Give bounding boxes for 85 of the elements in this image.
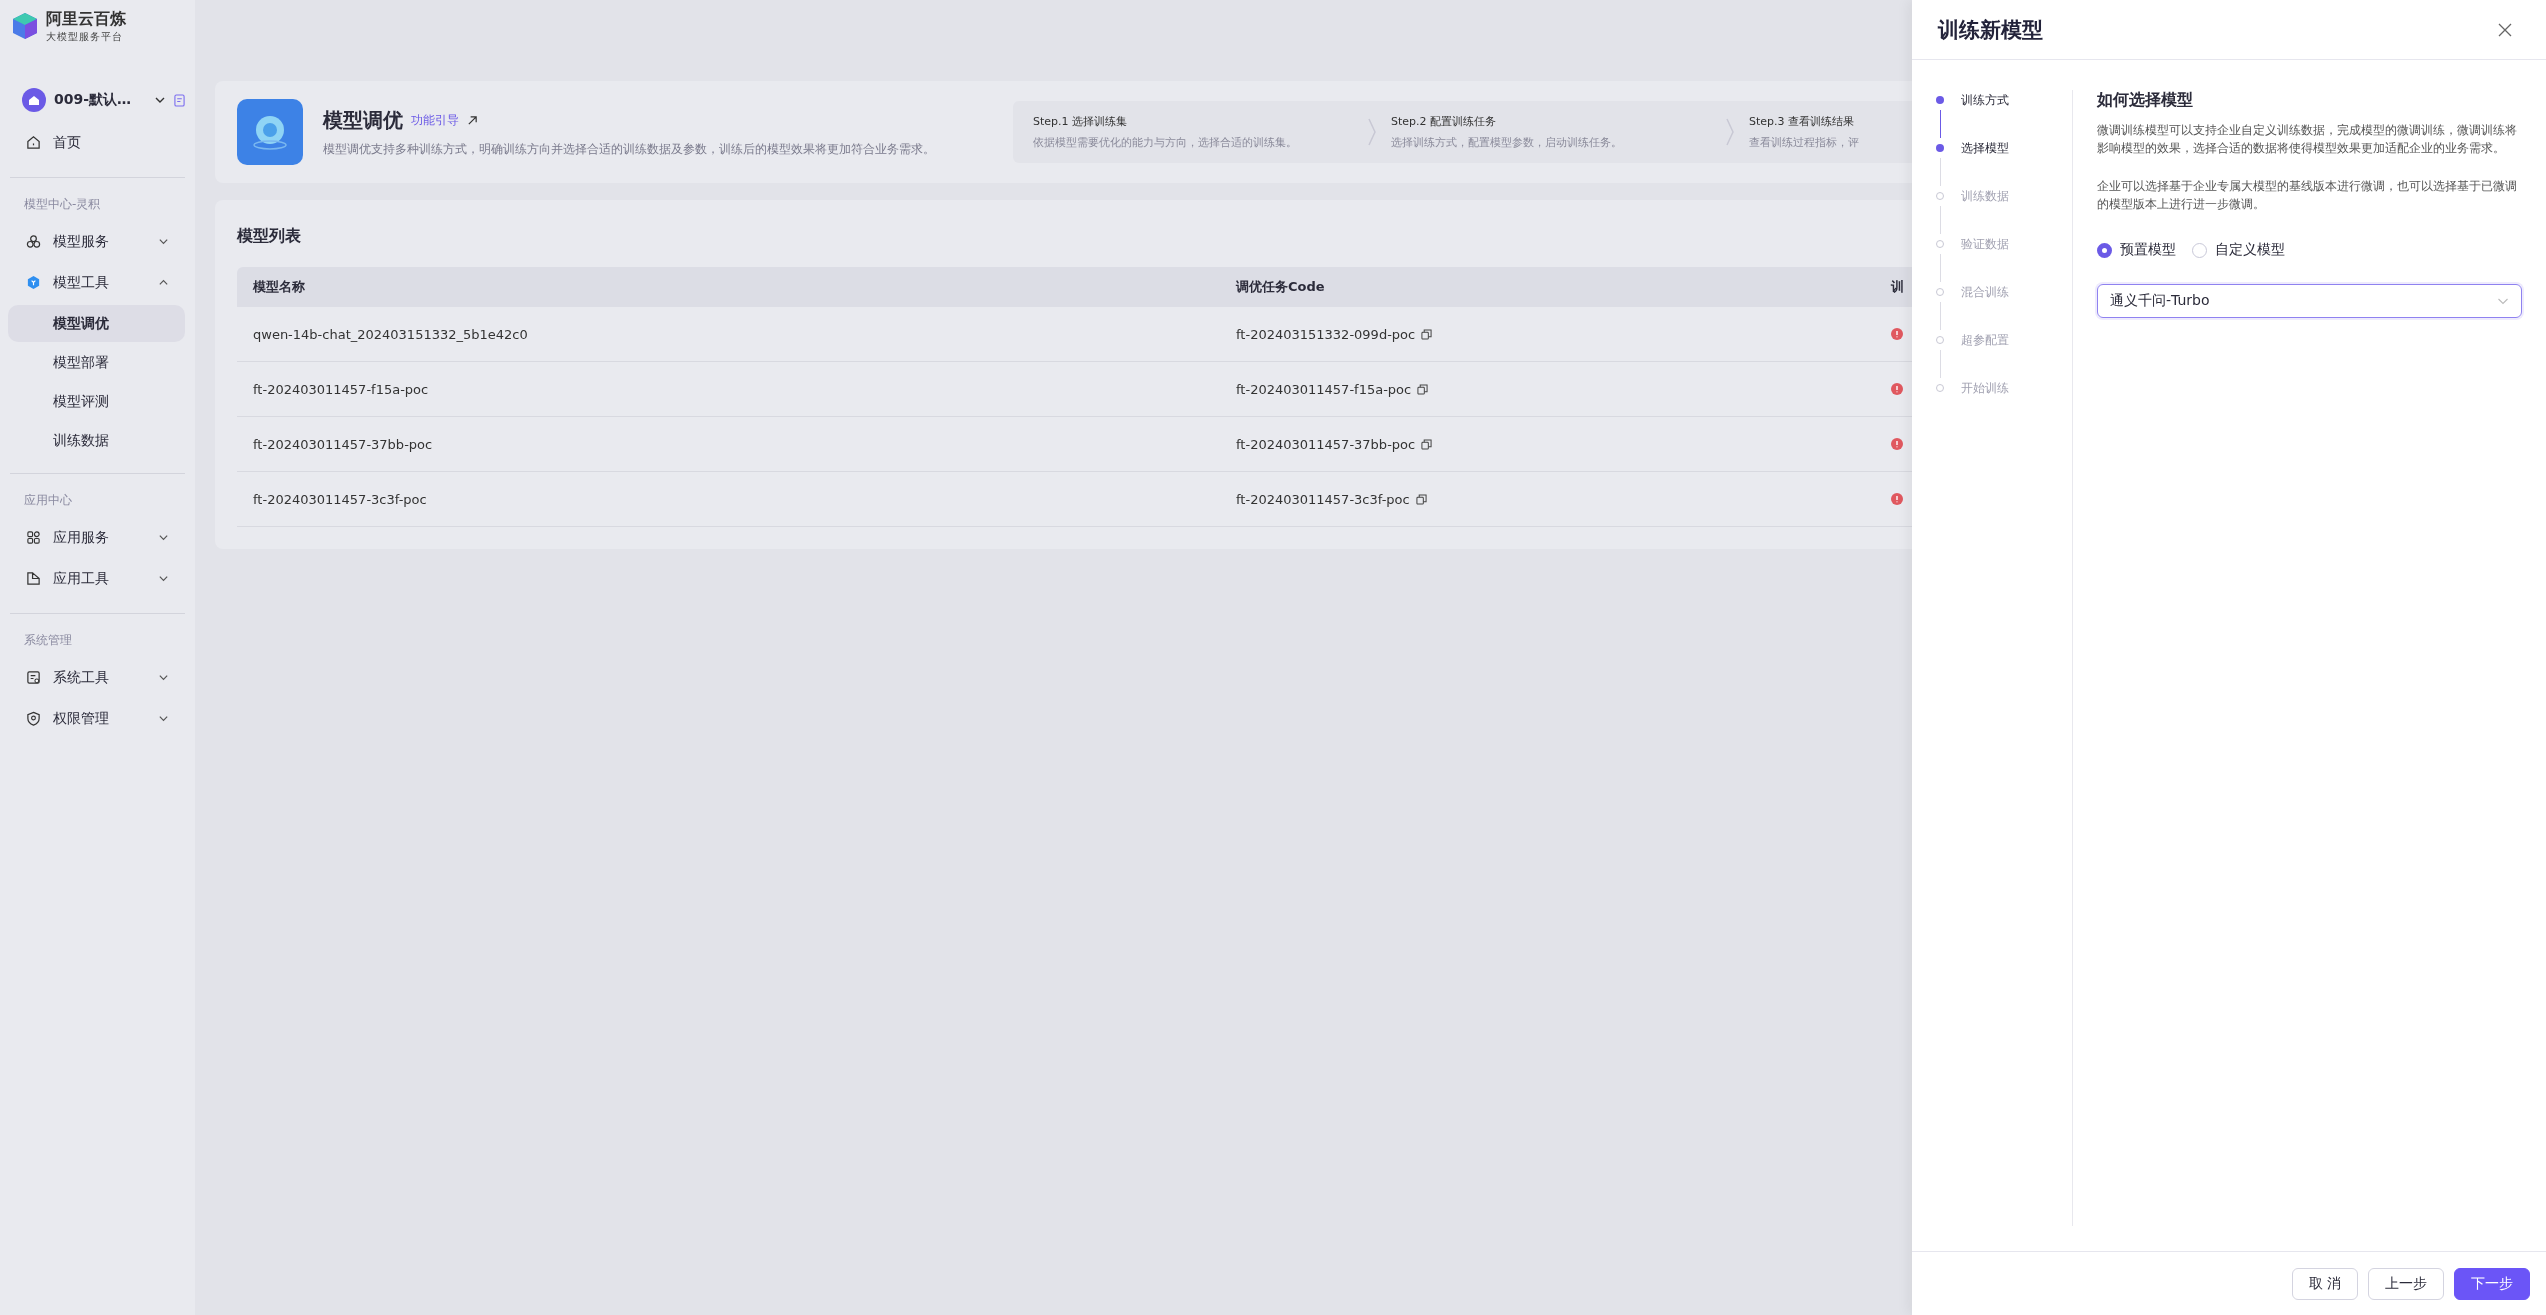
wizard-step: 超参配置 xyxy=(1936,330,2072,350)
arrow-up-right-icon[interactable] xyxy=(467,115,478,126)
shield-icon xyxy=(26,711,41,726)
workspace-name[interactable]: 009-默认… xyxy=(54,91,146,109)
copy-icon[interactable] xyxy=(1421,328,1433,340)
nav-subitem[interactable]: 模型部署 xyxy=(8,344,185,381)
radio-option[interactable]: 预置模型 xyxy=(2097,241,2176,259)
radio-option[interactable]: 自定义模型 xyxy=(2192,241,2285,259)
copy-icon[interactable] xyxy=(1415,493,1427,505)
column-header: 模型名称 xyxy=(253,278,305,296)
nav-item[interactable]: 模型服务 xyxy=(8,221,185,262)
nav-item[interactable]: 应用工具 xyxy=(8,558,185,599)
wizard-step: 选择模型 xyxy=(1936,138,2072,158)
home-icon xyxy=(26,135,41,150)
wizard-step: 训练方式 xyxy=(1936,90,2072,110)
step-title: Step.1 选择训练集 xyxy=(1033,114,1128,129)
footer-button[interactable]: 上一步 xyxy=(2368,1267,2444,1300)
file-icon xyxy=(26,571,41,586)
step-title: Step.2 配置训练任务 xyxy=(1391,114,1497,129)
table-cell: ft-202403011457-3c3f-poc xyxy=(253,491,427,507)
table-cell: ft-202403011457-37bb-poc xyxy=(1236,436,1416,452)
copy-icon[interactable] xyxy=(1421,438,1433,450)
card-icon xyxy=(26,670,41,685)
nav-label: 系统工具 xyxy=(53,668,110,687)
section-heading: 如何选择模型 xyxy=(2097,90,2194,111)
nav-item[interactable]: 系统工具 xyxy=(8,657,185,698)
nav-item[interactable]: 权限管理 xyxy=(8,698,185,739)
error-icon xyxy=(1891,438,1903,450)
section-title: 系统管理 xyxy=(23,632,73,649)
nav-label: 应用服务 xyxy=(53,528,110,547)
section-title: 应用中心 xyxy=(23,492,73,509)
cluster-icon xyxy=(26,234,41,249)
close-icon[interactable] xyxy=(2498,22,2512,37)
wizard-step: 训练数据 xyxy=(1936,186,2072,206)
step-description: 选择训练方式，配置模型参数，启动训练任务。 xyxy=(1391,135,1622,150)
help-paragraph: 微调训练模型可以支持企业自定义训练数据，完成模型的微调训练，微调训练将影响模型的效果，选择合适的数据将使得模型效果更加适配企业的业务需求。 xyxy=(2097,122,2518,157)
error-icon xyxy=(1891,328,1903,340)
page-description: 模型调优支持多种训练方式，明确训练方向并选择合适的训练数据及参数，训练后的模型效果将更加符合业务需求。 xyxy=(323,142,936,157)
drawer-title: 训练新模型 xyxy=(1938,16,2043,44)
table-cell: ft-202403011457-3c3f-poc xyxy=(1236,491,1410,507)
table-cell: ft-202403011457-37bb-poc xyxy=(253,436,433,452)
model-select[interactable]: 通义千问-Turbo xyxy=(2097,284,2522,318)
nav-subitem[interactable]: 训练数据 xyxy=(8,422,185,459)
table-cell: ft-202403011457-f15a-poc xyxy=(253,381,429,397)
copy-icon[interactable] xyxy=(1417,383,1429,395)
nav-item[interactable]: 首页 xyxy=(8,122,185,163)
guide-link[interactable]: 功能引导 xyxy=(411,112,459,129)
chevron-right-icon xyxy=(1367,117,1377,147)
column-header: 调优任务Code xyxy=(1236,278,1325,296)
radio-button[interactable] xyxy=(2097,242,2112,258)
hexagon-icon xyxy=(26,275,41,290)
grid-icon xyxy=(26,530,41,545)
brand-subtitle: 大模型服务平台 xyxy=(46,29,124,44)
help-paragraph: 企业可以选择基于企业专属大模型的基线版本进行微调，也可以选择基于已微调的模型版本上进行进一步微调。 xyxy=(2097,178,2518,213)
table-title: 模型列表 xyxy=(237,226,301,247)
nav-label: 应用工具 xyxy=(53,569,110,588)
next-button[interactable]: 下一步 xyxy=(2454,1267,2530,1300)
nav-label: 模型服务 xyxy=(53,232,110,251)
chevron-right-icon xyxy=(1725,117,1735,147)
document-icon[interactable] xyxy=(174,93,185,107)
section-title: 模型中心-灵积 xyxy=(23,196,102,213)
nav-subitem[interactable]: 模型调优 xyxy=(8,305,185,342)
wizard-step: 混合训练 xyxy=(1936,282,2072,302)
home-icon xyxy=(22,88,46,112)
page-title: 模型调优 xyxy=(323,107,403,134)
step-description: 查看训练过程指标，评 xyxy=(1749,135,1859,150)
table-cell: ft-202403151332-099d-poc xyxy=(1236,326,1416,342)
logo-icon xyxy=(10,11,40,41)
footer-button[interactable]: 取 消 xyxy=(2291,1267,2358,1300)
nav-subitem[interactable]: 模型评测 xyxy=(8,383,185,420)
table-cell: qwen-14b-chat_202403151332_5b1e42c0 xyxy=(253,326,528,342)
nav-label: 模型工具 xyxy=(53,273,110,292)
nav-item[interactable]: 模型工具 xyxy=(8,262,185,303)
column-header: 训 xyxy=(1891,278,1904,296)
step-title: Step.3 查看训练结果 xyxy=(1749,114,1855,129)
step-description: 依据模型需要优化的能力与方向，选择合适的训练集。 xyxy=(1033,135,1297,150)
wizard-step: 验证数据 xyxy=(1936,234,2072,254)
error-icon xyxy=(1891,383,1903,395)
brand-title: 阿里云百炼 xyxy=(46,8,126,30)
nav-label: 权限管理 xyxy=(53,709,110,728)
nav-label: 首页 xyxy=(53,133,81,152)
wizard-step: 开始训练 xyxy=(1936,378,2072,398)
nav-item[interactable]: 应用服务 xyxy=(8,517,185,558)
table-cell: ft-202403011457-f15a-poc xyxy=(1236,381,1412,397)
error-icon xyxy=(1891,493,1903,505)
